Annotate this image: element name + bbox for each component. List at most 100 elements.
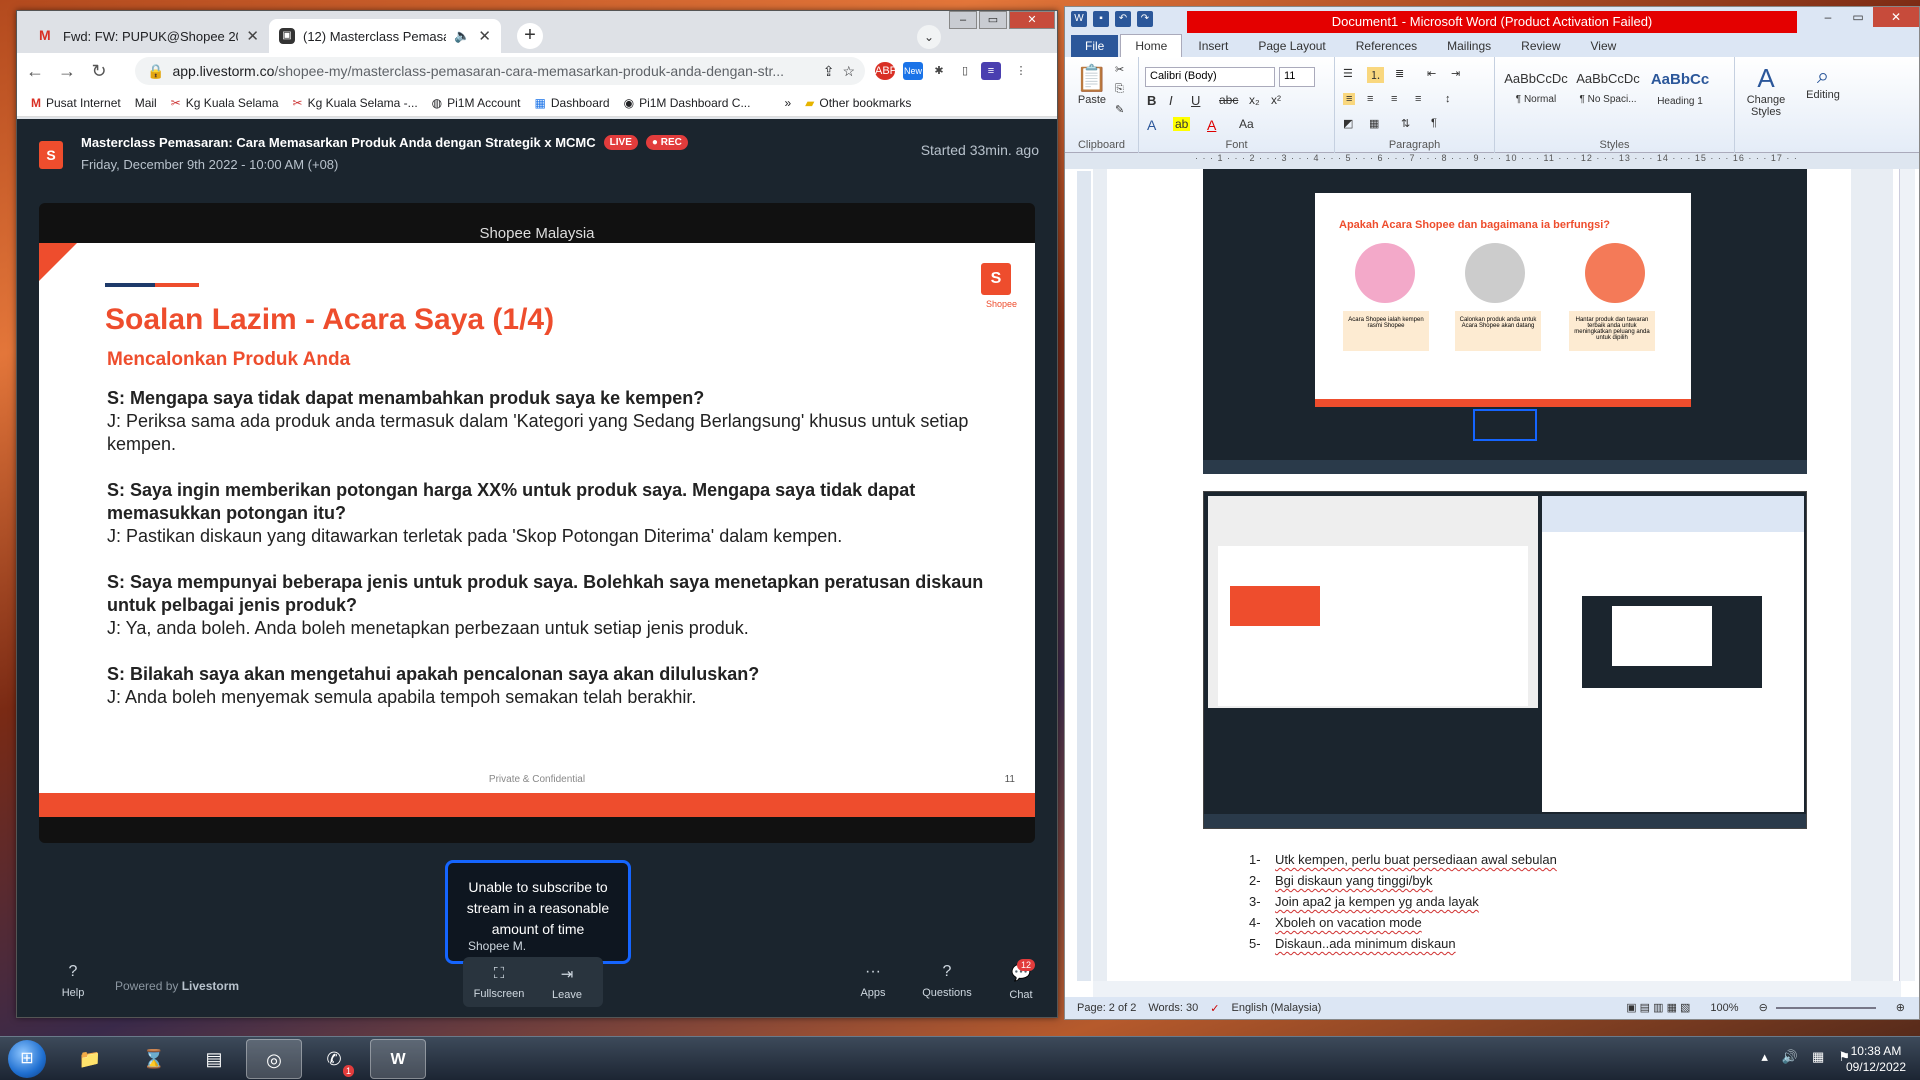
tab-file[interactable]: File [1071, 35, 1119, 57]
embedded-screenshot[interactable] [1203, 491, 1807, 829]
maximize-button[interactable]: ▭ [979, 11, 1007, 29]
align-right-icon[interactable]: ≡ [1391, 93, 1397, 105]
underline-button[interactable]: U [1191, 93, 1200, 108]
tab-search-button[interactable]: ⌄ [917, 25, 941, 49]
leave-button[interactable]: ⇥ Leave [537, 965, 597, 1001]
reload-button[interactable]: ↻ [85, 61, 113, 82]
paste-button[interactable]: 📋 Paste [1073, 63, 1111, 106]
minimize-button[interactable]: – [949, 11, 977, 29]
whatsapp-icon[interactable]: ✆ 1 [306, 1039, 362, 1079]
decrease-indent-icon[interactable]: ⇤ [1427, 67, 1436, 80]
align-center-icon[interactable]: ≡ [1367, 93, 1373, 105]
undo-icon[interactable]: ↶ [1115, 11, 1131, 27]
network-icon[interactable]: ▦ [1812, 1049, 1824, 1065]
tab-mailings[interactable]: Mailings [1433, 35, 1505, 57]
new-extension-icon[interactable]: New [903, 62, 923, 80]
bookmark-item[interactable]: ▦ Dashboard [535, 96, 610, 110]
volume-icon[interactable]: 🔊 [1782, 1049, 1798, 1065]
format-painter-icon[interactable]: ✎ [1115, 103, 1124, 116]
embedded-screenshot[interactable]: Apakah Acara Shopee dan bagaimana ia ber… [1203, 169, 1807, 474]
redo-icon[interactable]: ↷ [1137, 11, 1153, 27]
style-normal[interactable]: AaBbCcDc ¶ Normal [1501, 65, 1571, 117]
bookmark-item[interactable]: ✂ Kg Kuala Selama -... [293, 96, 418, 110]
clock[interactable]: 10:38 AM 09/12/2022 [1846, 1043, 1906, 1075]
hourglass-app-icon[interactable]: ⌛ [126, 1039, 182, 1079]
back-button[interactable]: ← [21, 61, 49, 82]
justify-icon[interactable]: ≡ [1415, 93, 1421, 105]
bookmark-item[interactable]: Mail [135, 96, 157, 110]
save-icon[interactable]: ▪ [1093, 11, 1109, 27]
numbering-icon[interactable]: ⒈ [1367, 67, 1384, 83]
cut-icon[interactable]: ✂ [1115, 63, 1124, 76]
zoom-out-button[interactable]: ⊖ [1759, 1001, 1768, 1014]
change-case-button[interactable]: Aa [1239, 117, 1254, 131]
fullscreen-button[interactable]: ⛶ Fullscreen [469, 965, 529, 1000]
style-heading-1[interactable]: AaBbCc Heading 1 [1645, 65, 1715, 117]
extensions-icon[interactable]: ✱ [929, 62, 949, 80]
bookmark-item[interactable]: M Pusat Internet [31, 96, 121, 110]
zoom-level[interactable]: 100% [1710, 1002, 1738, 1014]
bookmark-star-icon[interactable]: ☆ [842, 63, 855, 80]
bookmarks-overflow-icon[interactable]: » [784, 96, 791, 110]
tab-view[interactable]: View [1577, 35, 1631, 57]
bookmark-item[interactable]: ✂ Kg Kuala Selama [171, 96, 279, 110]
new-tab-button[interactable]: + [517, 23, 543, 49]
word-icon[interactable]: W [370, 1039, 426, 1079]
chat-button[interactable]: 💬 12 Chat [991, 959, 1051, 1001]
editing-button[interactable]: ⌕ Editing [1799, 63, 1847, 101]
tab-gmail[interactable]: Fwd: FW: PUPUK@Shopee 2022 | ✕ [29, 19, 269, 53]
help-button[interactable]: ? Help [43, 963, 103, 999]
word-count[interactable]: Words: 30 [1148, 1002, 1198, 1014]
sidepanel-icon[interactable]: ▯ [955, 62, 975, 80]
line-spacing-icon[interactable]: ↕ [1445, 93, 1451, 105]
horizontal-scrollbar[interactable] [1093, 981, 1901, 997]
profile-extension-icon[interactable]: ≡ [981, 62, 1001, 80]
show-formatting-icon[interactable]: ¶ [1431, 117, 1437, 129]
tab-livestorm[interactable]: ▣ (12) Masterclass Pemasaran: 🔈 ✕ [269, 19, 501, 53]
audio-icon[interactable]: 🔈 [454, 28, 470, 44]
proofing-icon[interactable]: ✓ [1210, 1002, 1219, 1015]
increase-indent-icon[interactable]: ⇥ [1451, 67, 1460, 80]
address-bar[interactable]: 🔒 app.livestorm.co/shopee-my/masterclass… [135, 57, 865, 85]
change-styles-button[interactable]: A Change Styles [1741, 63, 1791, 118]
other-bookmarks[interactable]: ▰ Other bookmarks [805, 96, 911, 110]
bookmark-item[interactable]: ◉ Pi1M Dashboard C... [624, 96, 751, 110]
maximize-button[interactable]: ▭ [1843, 7, 1873, 27]
start-button[interactable]: ⊞ [8, 1040, 46, 1078]
minimize-button[interactable]: – [1813, 7, 1843, 27]
bullets-icon[interactable]: ☰ [1343, 67, 1353, 80]
page-count[interactable]: Page: 2 of 2 [1077, 1002, 1136, 1014]
borders-icon[interactable]: ▦ [1369, 117, 1379, 130]
questions-button[interactable]: ? Questions [917, 963, 977, 999]
font-color-button[interactable]: A [1207, 117, 1216, 133]
forward-button[interactable]: → [53, 61, 81, 82]
close-window-button[interactable]: ✕ [1873, 7, 1919, 27]
view-buttons[interactable]: ▣ ▤ ▥ ▦ ▧ [1626, 1001, 1690, 1014]
zoom-in-button[interactable]: ⊕ [1896, 1001, 1905, 1014]
close-tab-icon[interactable]: ✕ [246, 27, 259, 45]
style-no-spacing[interactable]: AaBbCcDc ¶ No Spaci... [1573, 65, 1643, 117]
menu-icon[interactable]: ⋮ [1011, 62, 1031, 80]
zoom-slider[interactable] [1775, 1006, 1876, 1009]
bookmark-item[interactable]: ◍ Pi1M Account [432, 96, 521, 110]
bold-button[interactable]: B [1147, 93, 1156, 108]
explorer-icon[interactable]: 📁 [62, 1039, 118, 1079]
notes-list[interactable]: 1- Utk kempen, perlu buat persediaan awal… [1249, 849, 1557, 954]
chrome-icon[interactable]: ◎ [246, 1039, 302, 1079]
strikethrough-button[interactable]: abc [1219, 93, 1238, 107]
adblock-icon[interactable]: ABP [875, 62, 897, 80]
italic-button[interactable]: I [1169, 93, 1173, 108]
tab-home[interactable]: Home [1120, 34, 1183, 57]
superscript-button[interactable]: x² [1271, 93, 1281, 107]
vertical-scrollbar[interactable] [1899, 169, 1915, 981]
language[interactable]: English (Malaysia) [1231, 1002, 1321, 1014]
text-effects-button[interactable]: A [1147, 117, 1156, 133]
close-window-button[interactable]: ✕ [1009, 11, 1055, 29]
share-icon[interactable]: ⇪ [823, 63, 835, 80]
shading-icon[interactable]: ◩ [1343, 117, 1353, 130]
highlight-button[interactable]: ab [1173, 117, 1191, 131]
close-tab-icon[interactable]: ✕ [478, 27, 491, 45]
tab-references[interactable]: References [1342, 35, 1431, 57]
subscript-button[interactable]: x₂ [1249, 93, 1260, 107]
font-size-select[interactable]: 11 [1279, 67, 1315, 87]
